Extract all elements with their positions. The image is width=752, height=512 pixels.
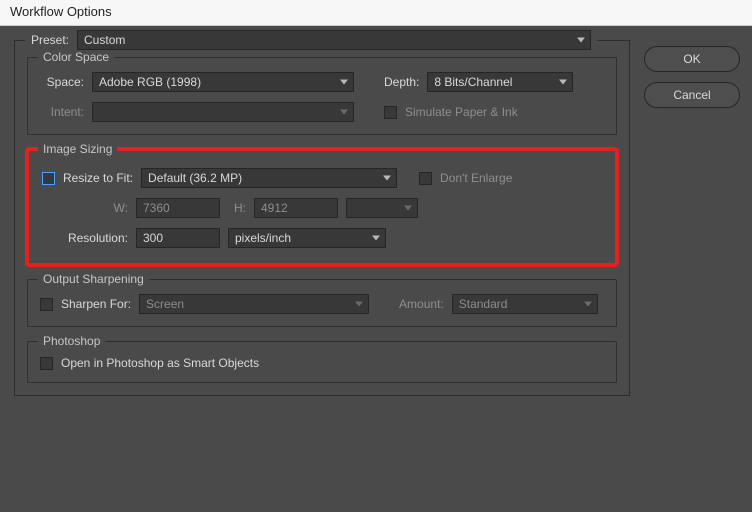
dim-unit-select xyxy=(346,198,418,218)
output-sharpening-legend: Output Sharpening xyxy=(38,272,149,286)
resolution-label: Resolution: xyxy=(42,231,128,245)
cancel-label: Cancel xyxy=(673,88,710,102)
smart-objects-label: Open in Photoshop as Smart Objects xyxy=(61,356,259,370)
resolution-input[interactable]: 300 xyxy=(136,228,220,248)
sharpen-select: Screen xyxy=(139,294,369,314)
titlebar: Workflow Options xyxy=(0,0,752,26)
preset-select[interactable]: Custom xyxy=(77,30,591,50)
simulate-label: Simulate Paper & Ink xyxy=(405,105,518,119)
resize-checkbox[interactable] xyxy=(42,172,55,185)
height-input: 4912 xyxy=(254,198,338,218)
chevron-down-icon xyxy=(355,302,363,307)
depth-value: 8 Bits/Channel xyxy=(434,75,512,89)
space-select[interactable]: Adobe RGB (1998) xyxy=(92,72,354,92)
width-value: 7360 xyxy=(143,201,170,215)
window-title: Workflow Options xyxy=(10,4,112,19)
cancel-button[interactable]: Cancel xyxy=(644,82,740,108)
space-value: Adobe RGB (1998) xyxy=(99,75,201,89)
chevron-down-icon xyxy=(372,236,380,241)
space-label: Space: xyxy=(40,75,84,89)
depth-select[interactable]: 8 Bits/Channel xyxy=(427,72,573,92)
resolution-unit-select[interactable]: pixels/inch xyxy=(228,228,386,248)
intent-label: Intent: xyxy=(40,105,84,119)
dont-enlarge-checkbox xyxy=(419,172,432,185)
ok-button[interactable]: OK xyxy=(644,46,740,72)
chevron-down-icon xyxy=(340,110,348,115)
ok-label: OK xyxy=(683,52,700,66)
sharpen-checkbox[interactable] xyxy=(40,298,53,311)
color-space-group: Color Space Space: Adobe RGB (1998) Dept… xyxy=(27,57,617,135)
sharpen-label: Sharpen For: xyxy=(61,297,131,311)
smart-objects-checkbox[interactable] xyxy=(40,357,53,370)
preset-value: Custom xyxy=(84,33,125,47)
image-sizing-group: Image Sizing Resize to Fit: Default (36.… xyxy=(27,149,617,265)
chevron-down-icon xyxy=(577,38,585,43)
h-label: H: xyxy=(228,201,246,215)
photoshop-group: Photoshop Open in Photoshop as Smart Obj… xyxy=(27,341,617,383)
simulate-checkbox xyxy=(384,106,397,119)
width-input: 7360 xyxy=(136,198,220,218)
output-sharpening-group: Output Sharpening Sharpen For: Screen Am… xyxy=(27,279,617,327)
intent-select xyxy=(92,102,354,122)
photoshop-legend: Photoshop xyxy=(38,334,105,348)
preset-label: Preset: xyxy=(31,33,69,47)
resolution-unit-value: pixels/inch xyxy=(235,231,291,245)
chevron-down-icon xyxy=(383,176,391,181)
resize-label: Resize to Fit: xyxy=(63,171,133,185)
options-frame: Preset: Custom Color Space Space: Adobe … xyxy=(14,40,630,396)
sharpen-value: Screen xyxy=(146,297,184,311)
resolution-value: 300 xyxy=(143,231,163,245)
height-value: 4912 xyxy=(261,201,288,215)
color-space-legend: Color Space xyxy=(38,50,114,64)
amount-select: Standard xyxy=(452,294,598,314)
amount-value: Standard xyxy=(459,297,508,311)
w-label: W: xyxy=(42,201,128,215)
dont-enlarge-label: Don't Enlarge xyxy=(440,171,512,185)
amount-label: Amount: xyxy=(399,297,444,311)
resize-value: Default (36.2 MP) xyxy=(148,171,242,185)
chevron-down-icon xyxy=(404,206,412,211)
depth-label: Depth: xyxy=(384,75,419,89)
chevron-down-icon xyxy=(559,80,567,85)
chevron-down-icon xyxy=(340,80,348,85)
image-sizing-legend: Image Sizing xyxy=(38,142,117,156)
chevron-down-icon xyxy=(584,302,592,307)
resize-select[interactable]: Default (36.2 MP) xyxy=(141,168,397,188)
